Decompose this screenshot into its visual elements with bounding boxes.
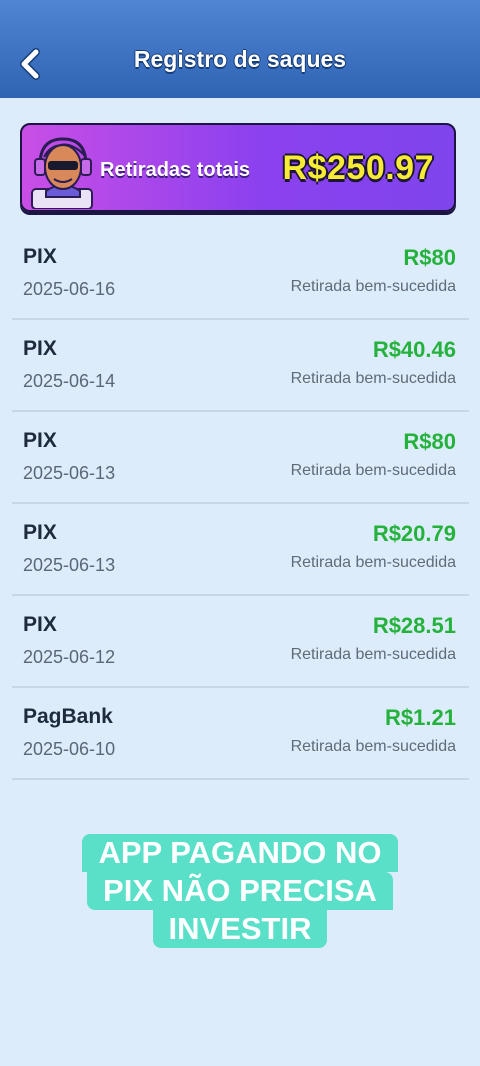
list-item: PIX 2025-06-12 R$28.51 Retirada bem-suce…: [12, 596, 469, 688]
withdrawal-status: Retirada bem-sucedida: [290, 738, 456, 755]
total-withdrawals-card: Retiradas totais R$250.97: [20, 123, 456, 212]
payment-method: PIX: [23, 613, 57, 636]
list-item: PagBank 2025-06-10 R$1.21 Retirada bem-s…: [12, 688, 469, 780]
withdrawal-amount: R$80: [403, 429, 456, 454]
payment-method: PIX: [23, 429, 57, 452]
withdrawal-status: Retirada bem-sucedida: [290, 554, 456, 571]
payment-method: PIX: [23, 521, 57, 544]
payment-method: PagBank: [23, 705, 113, 728]
withdrawal-status: Retirada bem-sucedida: [290, 462, 456, 479]
banner-line: APP PAGANDO NO: [82, 834, 398, 872]
banner-line: INVESTIR: [152, 910, 328, 948]
payment-method: PIX: [23, 245, 57, 268]
list-item: PIX 2025-06-13 R$80 Retirada bem-sucedid…: [12, 412, 469, 504]
app-header: Registro de saques: [0, 0, 480, 98]
withdrawal-date: 2025-06-10: [23, 739, 116, 759]
total-withdrawals-value: R$250.97: [282, 149, 434, 187]
withdrawal-status: Retirada bem-sucedida: [290, 278, 456, 295]
withdrawal-date: 2025-06-16: [23, 279, 116, 299]
withdrawal-date: 2025-06-14: [23, 371, 116, 391]
withdrawal-amount: R$40.46: [372, 337, 456, 362]
banner-line: PIX NÃO PRECISA: [87, 872, 393, 910]
total-withdrawals-label: Retiradas totais: [100, 159, 251, 181]
list-item: PIX 2025-06-13 R$20.79 Retirada bem-suce…: [12, 504, 469, 596]
page-title: Registro de saques: [133, 46, 347, 72]
payment-method: PIX: [23, 337, 57, 360]
withdrawal-amount: R$28.51: [372, 613, 456, 638]
gamer-avatar-headset-icon: [28, 131, 98, 210]
list-item: PIX 2025-06-16 R$80 Retirada bem-sucedid…: [12, 228, 469, 320]
promo-overlay-banner: APP PAGANDO NO PIX NÃO PRECISA INVESTIR: [0, 834, 480, 948]
withdrawal-status: Retirada bem-sucedida: [290, 370, 456, 387]
withdrawal-date: 2025-06-13: [23, 463, 116, 483]
withdrawal-list: PIX 2025-06-16 R$80 Retirada bem-sucedid…: [12, 228, 469, 780]
list-item: PIX 2025-06-14 R$40.46 Retirada bem-suce…: [12, 320, 469, 412]
withdrawal-amount: R$20.79: [372, 521, 456, 546]
withdrawal-date: 2025-06-12: [23, 647, 116, 667]
withdrawal-status: Retirada bem-sucedida: [290, 646, 456, 663]
withdrawal-amount: R$80: [403, 245, 456, 270]
withdrawal-date: 2025-06-13: [23, 555, 116, 575]
withdrawal-amount: R$1.21: [385, 705, 456, 730]
